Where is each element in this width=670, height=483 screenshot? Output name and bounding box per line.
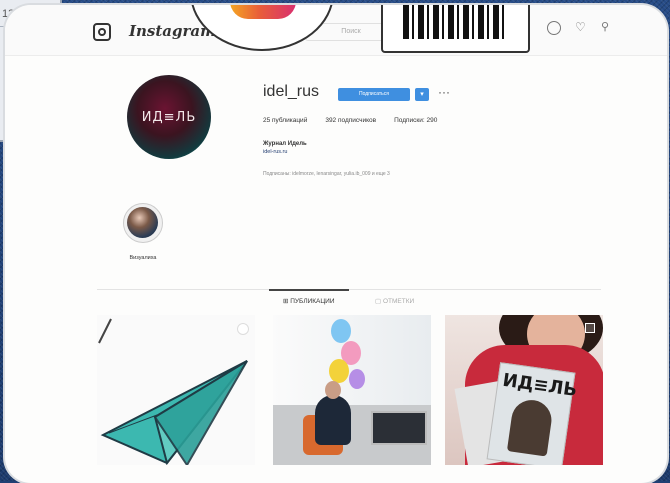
magazine-title: ИД≡ЛЬ — [501, 369, 579, 402]
balloon-blue — [331, 319, 351, 343]
explore-icon[interactable] — [547, 21, 561, 35]
suggestions-dropdown-button[interactable]: ▾ — [415, 88, 429, 101]
tab-posts[interactable]: ⊞ ПУБЛИКАЦИИ — [283, 297, 335, 305]
tabs-divider — [97, 289, 601, 290]
circle-sticker — [237, 323, 249, 335]
balloon-purple — [349, 369, 365, 389]
profile-avatar[interactable]: ИД≡ЛЬ — [127, 75, 211, 159]
active-tab-indicator — [269, 289, 349, 291]
more-options-icon[interactable]: ··· — [438, 85, 450, 99]
bio-link[interactable]: idel-rus.ru — [263, 149, 287, 155]
computer-monitor — [371, 411, 427, 445]
profile-icon[interactable]: ⚲ — [601, 21, 613, 33]
carousel-icon — [585, 323, 595, 333]
pencil-stroke — [98, 318, 112, 344]
highlight-label: Визуалиха — [129, 255, 157, 261]
post-thumbnail[interactable]: ИД≡ЛЬ — [445, 315, 603, 465]
qr-code-sticker — [381, 5, 530, 53]
post-thumbnail[interactable] — [273, 315, 431, 465]
highlight-cover-image — [127, 207, 158, 238]
heart-icon[interactable]: ♡ — [575, 21, 587, 33]
tab-tagged[interactable]: ▢ ОТМЕТКИ — [375, 297, 414, 305]
profile-username: idel_rus — [263, 83, 320, 100]
balloon-yellow — [329, 359, 349, 383]
post-thumbnail[interactable] — [97, 315, 255, 465]
followers-count[interactable]: 392 подписчиков — [325, 117, 376, 124]
instagram-camera-icon[interactable] — [93, 23, 111, 41]
instagram-logo-gradient — [230, 5, 296, 19]
profile-stats: 25 публикаций 392 подписчиков Подписки: … — [263, 117, 437, 124]
posts-count: 25 публикаций — [263, 117, 308, 124]
top-navigation-bar: Instagram Поиск ♡ ⚲ — [5, 5, 667, 56]
magazine-cover-photo — [506, 397, 555, 457]
subscribe-button[interactable]: Подписаться — [338, 88, 410, 101]
magazine-cover: ИД≡ЛЬ — [486, 362, 579, 465]
paper-plane-illustration — [100, 360, 248, 465]
bio-name: Журнал Идель — [263, 141, 307, 147]
following-count[interactable]: Подписки: 290 — [394, 117, 437, 124]
followed-by-text[interactable]: Подписаны: idelmorze, lenarsingar, yulia… — [263, 171, 390, 177]
qr-code-icon — [403, 5, 507, 39]
story-highlight[interactable] — [123, 203, 163, 243]
person — [315, 395, 351, 445]
nav-icons: ♡ ⚲ — [547, 21, 613, 35]
instagram-profile-page: Instagram Поиск ♡ ⚲ ИД≡ЛЬ idel_rus Подпи… — [5, 5, 667, 483]
person-face — [325, 381, 341, 399]
